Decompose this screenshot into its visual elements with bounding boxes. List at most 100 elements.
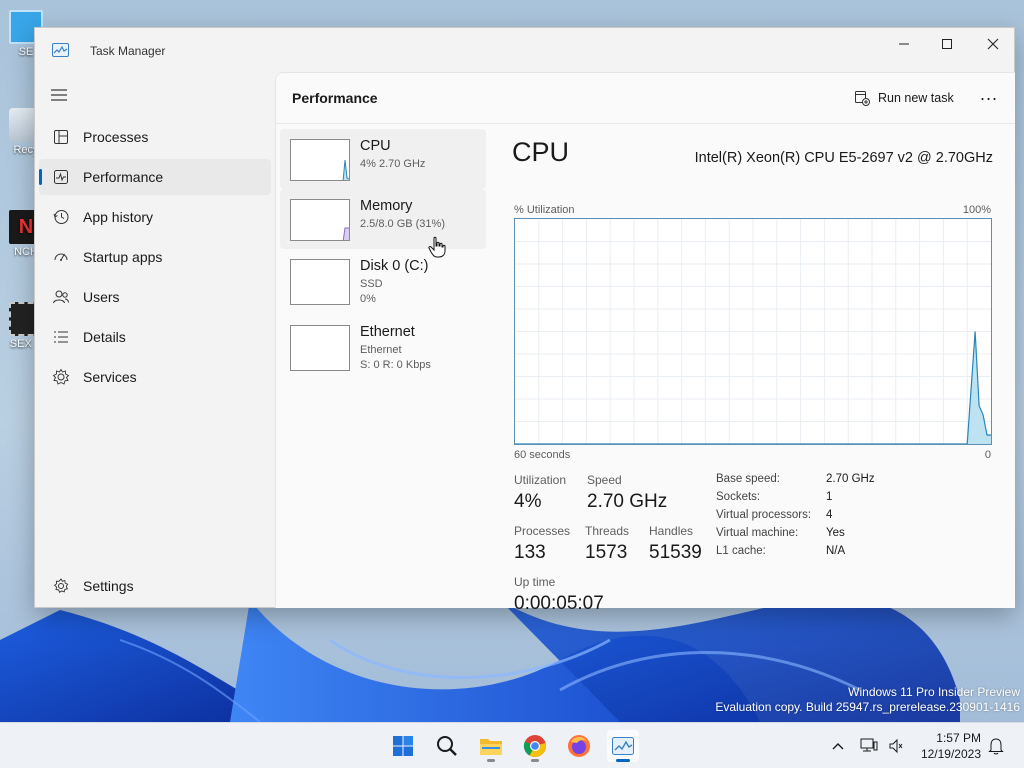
watermark-line: Evaluation copy. Build 25947.rs_prerelea…: [715, 700, 1020, 714]
ethernet-thumbnail-graph: [290, 325, 350, 371]
network-icon: [860, 738, 878, 752]
app-history-icon: [53, 210, 69, 224]
sidebar-item-details[interactable]: Details: [39, 319, 271, 355]
taskbar-clock[interactable]: 1:57 PM 12/19/2023: [921, 730, 981, 762]
device-name: Disk 0 (C:): [360, 258, 429, 274]
active-indicator: [616, 759, 630, 762]
taskbar-start-button[interactable]: [387, 730, 419, 762]
taskbar-chrome[interactable]: [519, 730, 551, 762]
close-button[interactable]: [970, 28, 1016, 60]
device-item-disk[interactable]: Disk 0 (C:) SSD 0%: [280, 249, 486, 309]
evaluation-watermark: Windows 11 Pro Insider Preview Evaluatio…: [715, 685, 1020, 715]
speed-value: 2.70 GHz: [587, 491, 668, 512]
property-value: 2.70 GHz: [826, 473, 875, 485]
startup-apps-icon: [54, 253, 68, 261]
run-new-task-button[interactable]: Run new task: [854, 83, 954, 113]
device-detail: 0%: [360, 293, 376, 305]
property-label: Virtual processors:: [716, 509, 812, 521]
processes-icon: [54, 130, 68, 144]
taskbar-file-explorer[interactable]: [475, 730, 507, 762]
services-icon: [52, 368, 70, 385]
property-label: Virtual machine:: [716, 527, 799, 539]
details-icon: [54, 331, 68, 343]
running-indicator: [487, 759, 495, 762]
search-icon: [437, 736, 457, 756]
device-item-ethernet[interactable]: Ethernet Ethernet S: 0 R: 0 Kbps: [280, 315, 486, 375]
sidebar-item-processes[interactable]: Processes: [39, 119, 271, 155]
device-detail: Ethernet: [360, 344, 402, 356]
header-divider: [276, 123, 1015, 124]
sidebar-item-label: Performance: [83, 169, 164, 185]
sidebar-item-label: Users: [83, 289, 120, 305]
taskbar-task-manager[interactable]: [607, 730, 639, 762]
property-value: Yes: [826, 527, 845, 539]
detail-heading: CPU: [512, 137, 570, 167]
volume-icon: [889, 738, 903, 754]
sidebar-item-label: App history: [83, 209, 154, 225]
clock-date: 12/19/2023: [920, 747, 981, 761]
hand-cursor-icon: [428, 236, 446, 258]
property-value: 1: [826, 491, 833, 503]
handles-label: Handles: [649, 524, 694, 538]
run-new-task-icon: [855, 91, 870, 106]
watermark-line: Windows 11 Pro Insider Preview: [848, 685, 1020, 699]
device-detail: 4% 2.70 GHz: [360, 158, 426, 170]
notifications-button[interactable]: [986, 736, 1006, 756]
sidebar-item-label: Startup apps: [83, 249, 163, 265]
sidebar-item-label: Services: [83, 369, 137, 385]
property-value: N/A: [826, 545, 846, 557]
device-name: Ethernet: [360, 324, 415, 340]
utilization-label: Utilization: [514, 473, 567, 487]
cpu-model-name: Intel(R) Xeon(R) CPU E5-2697 v2 @ 2.70GH…: [694, 150, 993, 166]
task-manager-icon: [612, 737, 634, 755]
title-bar[interactable]: Task Manager: [35, 28, 1014, 72]
device-detail: SSD: [360, 278, 383, 290]
property-value: 4: [826, 509, 833, 521]
graph-y-label: % Utilization: [514, 204, 575, 216]
sidebar-item-performance[interactable]: Performance: [39, 159, 271, 195]
desktop-icon-label: SE: [18, 46, 34, 58]
taskbar-firefox[interactable]: [563, 730, 595, 762]
threads-label: Threads: [585, 524, 630, 538]
processes-label: Processes: [514, 524, 571, 538]
minimize-button[interactable]: [881, 28, 927, 60]
page-title: Performance: [292, 90, 378, 106]
device-detail: S: 0 R: 0 Kbps: [360, 359, 431, 371]
file-explorer-icon: [480, 739, 502, 755]
task-manager-app-icon: [52, 43, 69, 57]
property-label: L1 cache:: [716, 545, 766, 557]
device-item-cpu[interactable]: CPU 4% 2.70 GHz: [280, 129, 486, 189]
tray-network-button[interactable]: [859, 736, 879, 756]
taskbar-search-button[interactable]: [431, 730, 463, 762]
disk-thumbnail-graph: [290, 259, 350, 305]
hamburger-menu-icon[interactable]: [49, 88, 69, 102]
close-icon: [987, 38, 999, 50]
firefox-icon: [568, 735, 590, 757]
sidebar-item-startup-apps[interactable]: Startup apps: [39, 239, 271, 275]
graph-x-label: 60 seconds: [514, 449, 571, 461]
taskbar: 1:57 PM 12/19/2023: [0, 722, 1024, 768]
device-item-memory[interactable]: Memory 2.5/8.0 GB (31%): [280, 189, 486, 249]
maximize-button[interactable]: [924, 28, 970, 60]
sidebar-item-services[interactable]: Services: [39, 359, 271, 395]
property-label: Base speed:: [716, 473, 780, 485]
more-options-button[interactable]: ...: [976, 85, 1002, 107]
sidebar-item-settings[interactable]: Settings: [39, 568, 271, 604]
graph-y-max: 100%: [962, 204, 991, 216]
tray-volume-button[interactable]: [886, 736, 906, 756]
uptime-value: 0:00:05:07: [514, 593, 604, 614]
device-name: Memory: [360, 198, 413, 214]
users-icon: [53, 290, 69, 304]
cpu-thumbnail-graph: [290, 139, 350, 181]
sidebar-item-app-history[interactable]: App history: [39, 199, 271, 235]
tray-overflow-button[interactable]: [828, 736, 848, 756]
minimize-icon: [899, 43, 909, 45]
sidebar-item-label: Details: [83, 329, 126, 345]
settings-gear-icon: [53, 578, 69, 593]
device-detail: 2.5/8.0 GB (31%): [360, 218, 445, 230]
cpu-utilization-graph: [514, 218, 992, 445]
graph-x-min: 0: [984, 449, 991, 461]
device-name: CPU: [360, 138, 391, 154]
chrome-icon: [523, 735, 546, 757]
sidebar-item-users[interactable]: Users: [39, 279, 271, 315]
